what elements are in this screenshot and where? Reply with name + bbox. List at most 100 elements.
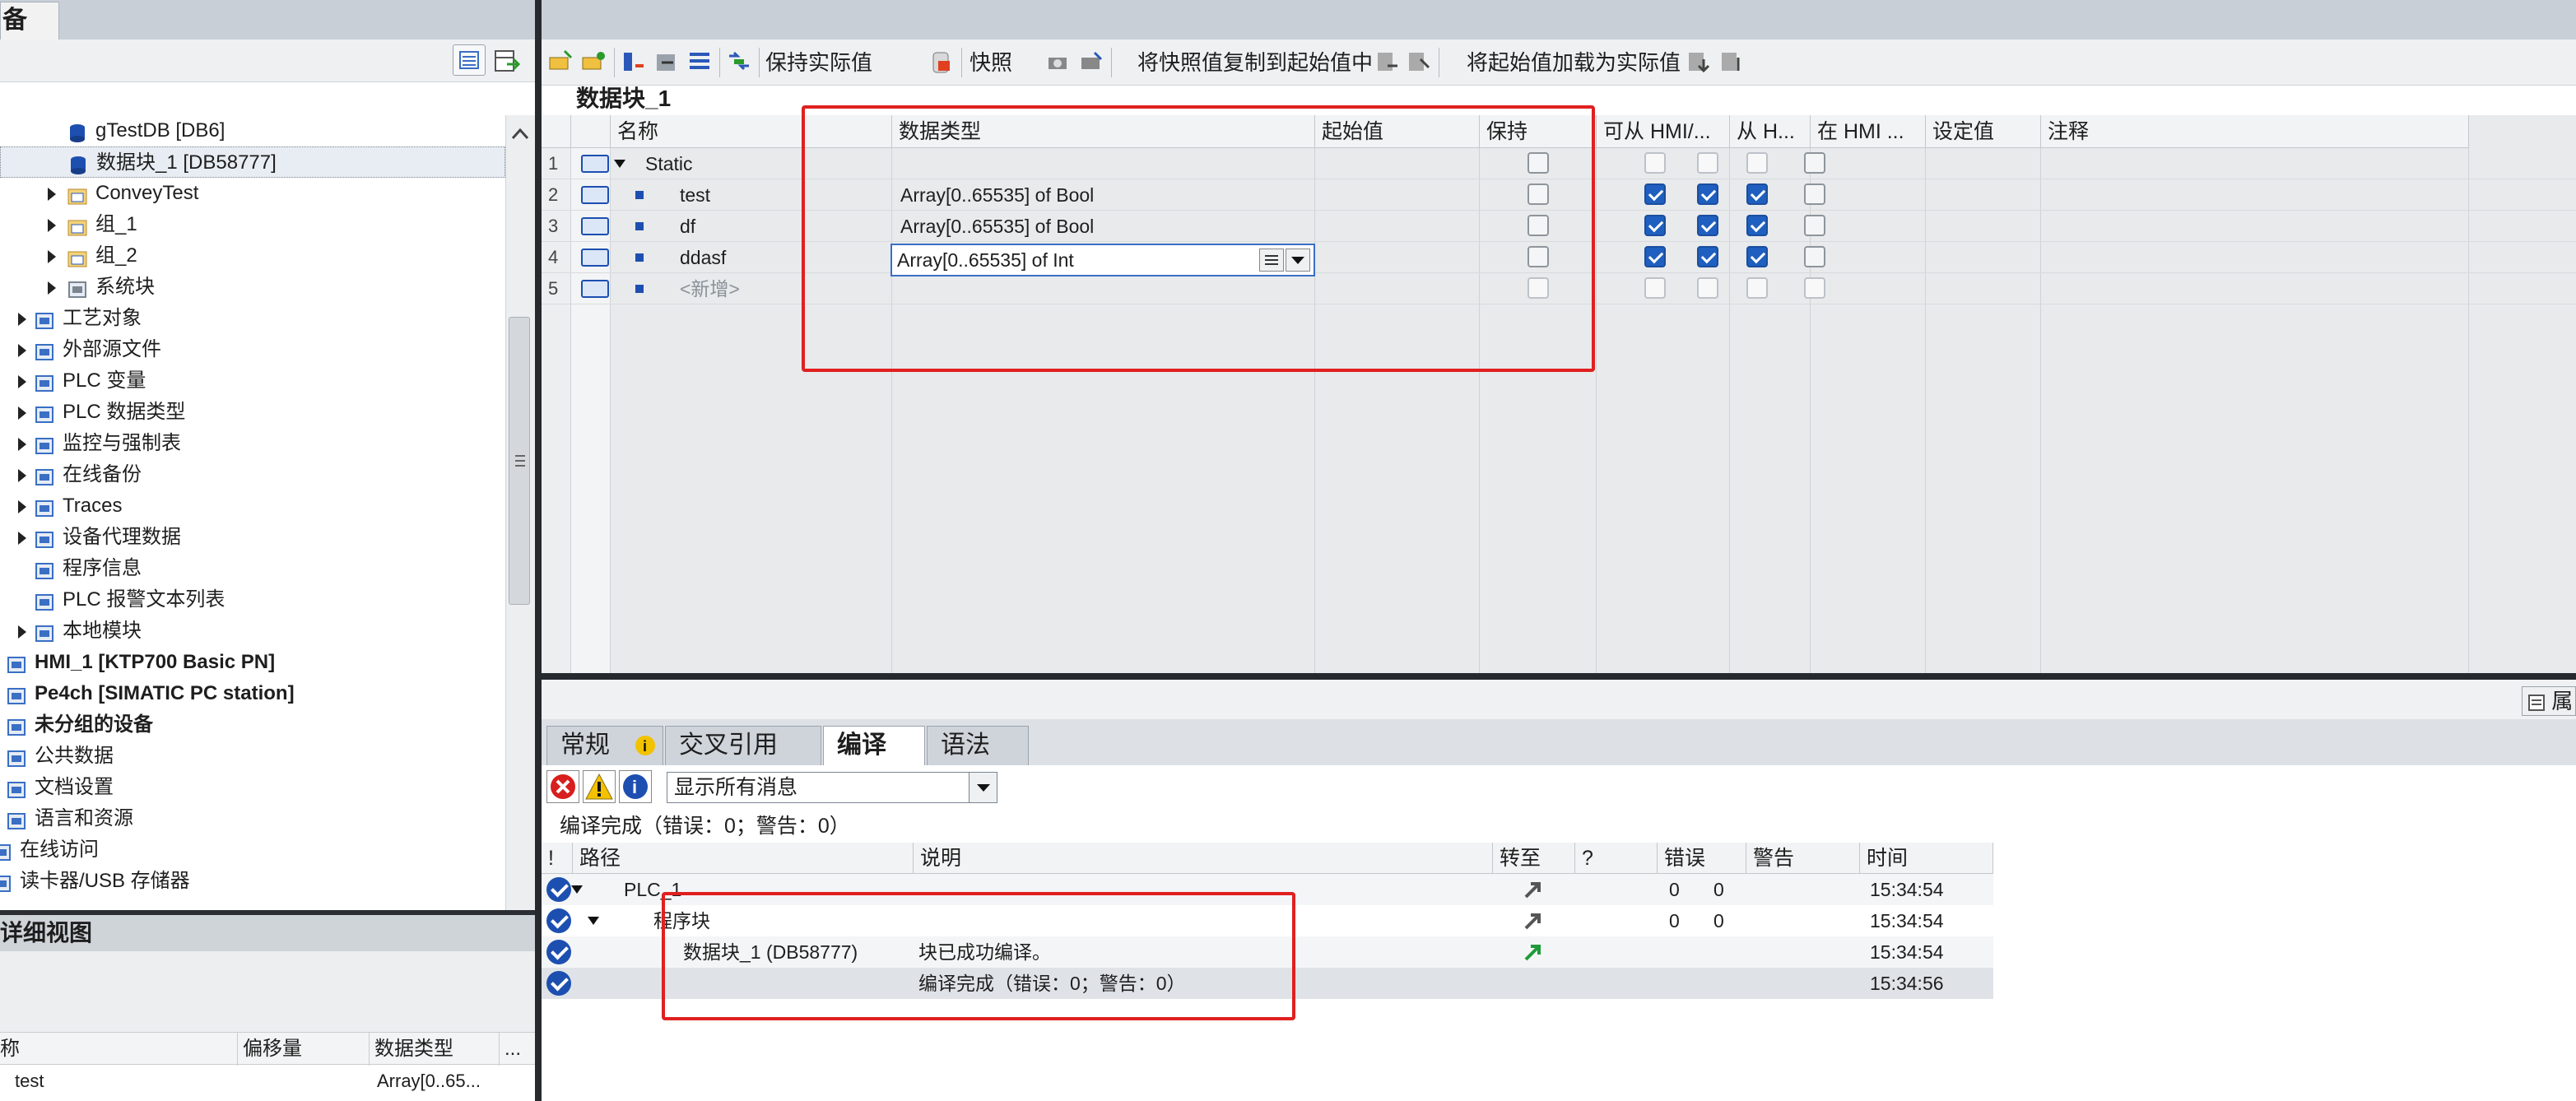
expand-arrow-icon[interactable]	[48, 219, 56, 232]
tab-syntax[interactable]: 语法	[927, 726, 1029, 765]
errors-filter-button[interactable]	[546, 770, 579, 803]
detail-view-title[interactable]: 详细视图	[0, 915, 537, 951]
snapshot-camera-icon[interactable]	[1045, 49, 1072, 74]
expand-arrow-icon[interactable]	[18, 438, 26, 451]
tab-cross-references[interactable]: 交叉引用	[665, 726, 821, 765]
goto-arrow-icon[interactable]	[1521, 874, 1546, 905]
tree-item[interactable]: gTestDB [DB6]	[0, 115, 505, 146]
project-tree-tab[interactable]: 备	[0, 2, 59, 39]
col-setpoint-header[interactable]: 设定值	[1926, 115, 2041, 148]
main-vertical-splitter[interactable]	[535, 0, 542, 1101]
keep-actual-values-button[interactable]: 保持实际值	[765, 39, 872, 86]
tree-scroll-thumb[interactable]	[509, 317, 530, 605]
tree-view-toggle-button[interactable]	[453, 44, 486, 76]
tree-item[interactable]: 在线备份	[0, 459, 505, 490]
setpoint-checkbox[interactable]	[1804, 277, 1825, 299]
tree-item[interactable]: Pe4ch [SIMATIC PC station]	[0, 678, 505, 709]
msg-col-desc-header[interactable]: 说明	[914, 843, 1493, 874]
col-hmi-visible-header[interactable]: 在 HMI ...	[1811, 115, 1926, 148]
detail-col-name[interactable]: 称	[0, 1033, 237, 1066]
tree-item[interactable]: 组_1	[0, 209, 505, 240]
tab-compile[interactable]: 编译	[823, 726, 925, 765]
insert-row-icon[interactable]	[548, 49, 574, 74]
tree-item[interactable]: 在线访问	[0, 834, 505, 866]
tree-export-button[interactable]	[492, 46, 522, 76]
msg-col-warnings-header[interactable]: 警告	[1746, 843, 1860, 874]
tree-item[interactable]: ConveyTest	[0, 178, 505, 209]
load-start-as-actual-button[interactable]: 将起始值加载为实际值	[1467, 39, 1681, 86]
warnings-filter-button[interactable]	[583, 770, 616, 803]
reset-values-icon[interactable]	[928, 49, 955, 74]
tree-item[interactable]: 公共数据	[0, 741, 505, 772]
snapshot-button[interactable]: 快照	[969, 39, 1012, 86]
hmi-writable-checkbox[interactable]	[1697, 246, 1718, 267]
msg-col-type-header[interactable]: !	[542, 843, 573, 874]
message-filter-select[interactable]: 显示所有消息	[667, 772, 997, 803]
tree-item[interactable]: HMI_1 [KTP700 Basic PN]	[0, 647, 505, 678]
tree-item[interactable]: 监控与强制表	[0, 428, 505, 459]
hmi-accessible-checkbox[interactable]	[1644, 152, 1666, 174]
setpoint-checkbox[interactable]	[1804, 152, 1825, 174]
tree-item[interactable]: 程序信息	[0, 553, 505, 584]
copy-snapshot-to-start-button[interactable]: 将快照值复制到起始值中	[1137, 39, 1373, 86]
expand-arrow-icon[interactable]	[48, 250, 56, 263]
filter-dropdown-button[interactable]	[969, 773, 997, 802]
expand-arrow-icon[interactable]	[586, 905, 601, 936]
setpoint-checkbox[interactable]	[1804, 184, 1825, 205]
copy-snapshot-icon[interactable]	[1374, 49, 1401, 74]
msg-col-errors-header[interactable]: 错误	[1658, 843, 1746, 874]
tree-item[interactable]: 未分组的设备	[0, 709, 505, 741]
hmi-writable-checkbox[interactable]	[1697, 277, 1718, 299]
monitor-icon[interactable]	[726, 49, 752, 74]
tree-item[interactable]: 读卡器/USB 存储器	[0, 866, 505, 897]
tree-item[interactable]: 外部源文件	[0, 334, 505, 365]
tree-item[interactable]: 设备代理数据	[0, 522, 505, 553]
tree-item[interactable]: 文档设置	[0, 772, 505, 803]
hmi-accessible-checkbox[interactable]	[1644, 215, 1666, 236]
col-hmi-writable-header[interactable]: 从 H...	[1730, 115, 1811, 148]
msg-col-time-header[interactable]: 时间	[1860, 843, 1993, 874]
expand-arrow-icon[interactable]	[570, 874, 584, 905]
expand-arrow-icon[interactable]	[612, 148, 627, 179]
hmi-visible-checkbox[interactable]	[1746, 184, 1768, 205]
hmi-visible-checkbox[interactable]	[1746, 152, 1768, 174]
hmi-visible-checkbox[interactable]	[1746, 246, 1768, 267]
hmi-writable-checkbox[interactable]	[1697, 152, 1718, 174]
list-icon[interactable]	[686, 49, 713, 74]
expand-arrow-icon[interactable]	[18, 500, 26, 513]
tree-item[interactable]: PLC 报警文本列表	[0, 584, 505, 616]
expand-arrow-icon[interactable]	[18, 625, 26, 639]
expand-arrow-icon[interactable]	[18, 375, 26, 388]
msg-col-help-header[interactable]: ?	[1575, 843, 1658, 874]
col-comment-header[interactable]: 注释	[2041, 115, 2469, 148]
detail-view-row[interactable]: test Array[0..65...	[0, 1065, 537, 1098]
expand-arrow-icon[interactable]	[18, 344, 26, 357]
hmi-accessible-checkbox[interactable]	[1644, 184, 1666, 205]
detail-col-datatype[interactable]: 数据类型	[369, 1033, 499, 1066]
setpoint-checkbox[interactable]	[1804, 246, 1825, 267]
hmi-writable-checkbox[interactable]	[1697, 184, 1718, 205]
tab-general[interactable]: 常规 i	[546, 726, 663, 765]
msg-col-goto-header[interactable]: 转至	[1493, 843, 1575, 874]
detail-col-more[interactable]: ...	[499, 1033, 537, 1066]
load-values-alt-icon[interactable]	[1718, 49, 1745, 74]
tree-item[interactable]: Traces	[0, 490, 505, 522]
detail-col-offset[interactable]: 偏移量	[237, 1033, 369, 1066]
setpoint-checkbox[interactable]	[1804, 215, 1825, 236]
collapse-all-icon[interactable]	[653, 49, 680, 74]
expand-arrow-icon[interactable]	[48, 188, 56, 201]
copy-snapshot-alt-icon[interactable]	[1406, 49, 1432, 74]
goto-arrow-icon[interactable]	[1521, 936, 1546, 968]
msg-col-path-header[interactable]: 路径	[573, 843, 914, 874]
scroll-up-icon[interactable]	[506, 118, 534, 148]
load-values-icon[interactable]	[1686, 49, 1712, 74]
editor-horizontal-splitter[interactable]	[542, 673, 2576, 680]
hmi-accessible-checkbox[interactable]	[1644, 277, 1666, 299]
tree-item[interactable]: PLC 数据类型	[0, 397, 505, 428]
tree-item[interactable]: 语言和资源	[0, 803, 505, 834]
expand-arrow-icon[interactable]	[18, 406, 26, 420]
hmi-accessible-checkbox[interactable]	[1644, 246, 1666, 267]
info-filter-button[interactable]: i	[619, 770, 652, 803]
expand-arrow-icon[interactable]	[18, 469, 26, 482]
snapshot-compare-icon[interactable]	[1078, 49, 1104, 74]
